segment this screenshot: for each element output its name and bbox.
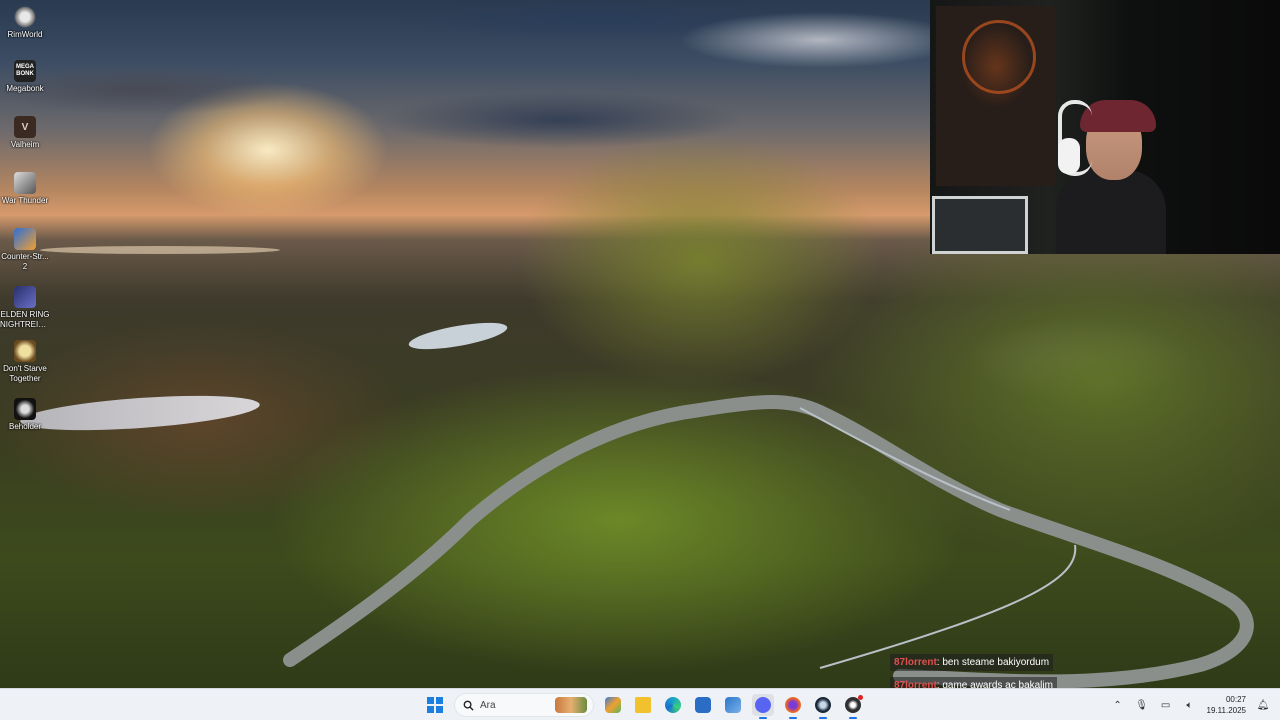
taskbar: Ara ⌃ 🎙︎ ▭ 🔈︎ 00:27 19.11.2025 🔔︎ xyxy=(0,688,1280,720)
taskbar-app-steam[interactable] xyxy=(812,694,834,719)
taskbar-app-task-view[interactable] xyxy=(602,694,624,716)
start-button[interactable] xyxy=(424,694,446,716)
desktop-icon-elden-ring-nightreign[interactable]: ELDEN RING NIGHTREIGN xyxy=(0,286,50,330)
search-icon xyxy=(463,700,474,711)
desktop-icon-counter-strike-2[interactable]: Counter-Str... 2 xyxy=(0,228,50,272)
network-icon[interactable]: ▭ xyxy=(1159,700,1173,711)
desktop-icon-war-thunder[interactable]: War Thunder xyxy=(0,172,50,206)
active-indicator xyxy=(849,717,857,719)
desktop-icon-label: RimWorld xyxy=(7,30,43,39)
taskbar-app-obs[interactable] xyxy=(842,694,864,719)
megabonk-icon: MEGA BONK xyxy=(14,60,36,82)
windows-logo-icon xyxy=(427,697,443,713)
war-thunder-icon xyxy=(14,172,36,194)
webcam-poster xyxy=(936,6,1056,186)
task-view-icon xyxy=(605,697,621,713)
steam-icon xyxy=(815,697,831,713)
notification-bell-icon[interactable]: 🔔︎ xyxy=(1256,700,1270,711)
desktop-icon-megabonk[interactable]: MEGA BONK Megabonk xyxy=(0,60,50,94)
taskbar-app-discord[interactable] xyxy=(752,694,774,719)
desktop-icon-label: Beholder xyxy=(8,422,42,431)
webcam-person xyxy=(1056,170,1166,254)
desktop-icon-label: Don't Starve Together xyxy=(3,364,47,383)
desktop-icon-valheim[interactable]: V Valheim xyxy=(0,116,50,150)
taskbar-app-firefox[interactable] xyxy=(782,694,804,719)
microphone-icon[interactable]: 🎙︎ xyxy=(1135,700,1149,711)
webcam-earcup xyxy=(1058,138,1080,174)
active-indicator xyxy=(819,717,827,719)
taskbar-center: Ara xyxy=(424,693,864,719)
chat-message: 87lorrent: ben steame bakiyordum xyxy=(890,654,1054,671)
notification-badge xyxy=(858,695,863,700)
search-placeholder: Ara xyxy=(480,699,496,711)
desktop-icon-label: Valheim xyxy=(10,140,40,149)
webcam-monitor xyxy=(932,196,1028,254)
microsoft-store-icon xyxy=(695,697,711,713)
clock-time: 00:27 xyxy=(1225,695,1246,704)
taskbar-app-outlook[interactable] xyxy=(722,694,744,716)
taskbar-search[interactable]: Ara xyxy=(454,693,594,717)
beholder-icon xyxy=(14,398,36,420)
desktop-icon-label: ELDEN RING NIGHTREIGN xyxy=(0,310,50,329)
active-indicator xyxy=(759,717,767,719)
outlook-icon xyxy=(725,697,741,713)
taskbar-clock[interactable]: 00:27 19.11.2025 xyxy=(1207,694,1246,716)
chevron-up-icon[interactable]: ⌃ xyxy=(1111,700,1125,711)
firefox-icon xyxy=(785,697,801,713)
valheim-icon: V xyxy=(14,116,36,138)
elden-ring-nightreign-icon xyxy=(14,286,36,308)
taskbar-app-store[interactable] xyxy=(692,694,714,716)
volume-icon[interactable]: 🔈︎ xyxy=(1183,700,1197,711)
chat-text: : ben steame bakiyordum xyxy=(936,657,1050,668)
counter-strike-2-icon xyxy=(14,228,36,250)
edge-icon xyxy=(665,697,681,713)
taskbar-app-edge[interactable] xyxy=(662,694,684,716)
desktop-icon-label: Counter-Str... 2 xyxy=(1,252,49,271)
discord-icon xyxy=(755,697,771,713)
active-indicator xyxy=(789,717,797,719)
search-highlight-icon xyxy=(555,697,587,713)
file-explorer-icon xyxy=(635,697,651,713)
desktop-icon-beholder[interactable]: Beholder xyxy=(0,398,50,432)
chat-username: 87lorrent xyxy=(894,657,937,668)
rimworld-icon xyxy=(14,6,36,28)
clock-date: 19.11.2025 xyxy=(1206,706,1246,715)
desktop-icon-label: Megabonk xyxy=(6,84,44,93)
obs-icon xyxy=(845,695,863,713)
system-tray: ⌃ 🎙︎ ▭ 🔈︎ 00:27 19.11.2025 🔔︎ xyxy=(1111,689,1270,720)
desktop-icon-rimworld[interactable]: RimWorld xyxy=(0,6,50,40)
taskbar-app-file-explorer[interactable] xyxy=(632,694,654,716)
dont-starve-together-icon xyxy=(14,340,36,362)
desktop-icon-label: War Thunder xyxy=(1,196,49,205)
desktop-icon-dont-starve-together[interactable]: Don't Starve Together xyxy=(0,340,50,384)
